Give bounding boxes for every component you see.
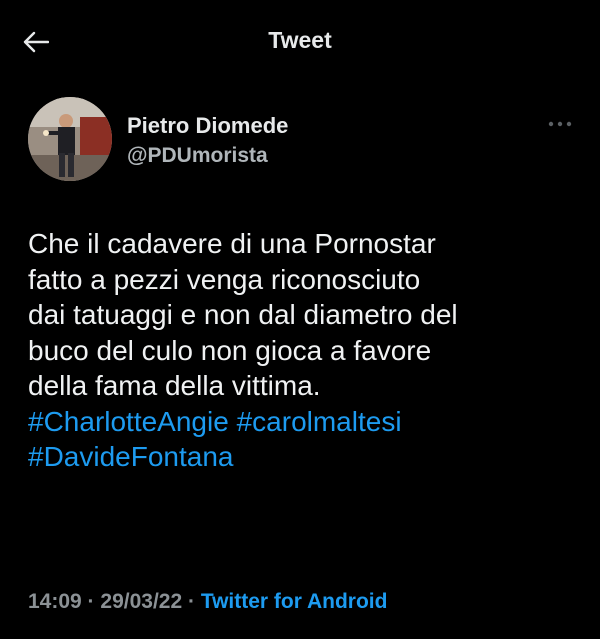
hashtag-link[interactable]: #carolmaltesi [237, 406, 402, 437]
tweet-source-link[interactable]: Twitter for Android [201, 590, 388, 613]
author-info[interactable]: Pietro Diomede @PDUmorista [127, 112, 288, 170]
tweet-text-line: buco del culo non gioca a favore [28, 334, 432, 366]
hashtag-line: #CharlotteAngie #carolmaltesi [28, 404, 588, 440]
hashtag-link[interactable]: #DavideFontana [28, 441, 233, 472]
tweet-text-line: Che il cadavere di una Pornostar [28, 228, 436, 259]
hashtag-link[interactable]: #CharlotteAngie [28, 406, 229, 437]
tweet-meta: 14:09 · 29/03/22 · Twitter for Android [28, 590, 387, 614]
author-handle[interactable]: @PDUmorista [127, 142, 288, 170]
tweet-text: Che il cadavere di una Pornostar fatto a… [28, 226, 588, 475]
tweet-date: 29/03/22 [100, 590, 183, 613]
tweet-time: 14:09 [28, 590, 82, 613]
meta-separator: · [81, 590, 101, 613]
tweet-text-line: della fama della vittima. [28, 370, 321, 401]
tweet-header: Tweet [0, 0, 600, 84]
more-horizontal-icon [548, 121, 572, 127]
tweet-text-line: dai tatuaggi e non dal diametro del [28, 299, 458, 330]
tweet-text-line: fatto a pezzi venga riconosciuto [28, 263, 421, 295]
page-title: Tweet [268, 27, 332, 53]
meta-separator: · [182, 590, 201, 613]
avatar[interactable] [28, 97, 112, 181]
more-options-button[interactable] [540, 112, 580, 136]
author-display-name[interactable]: Pietro Diomede [127, 112, 288, 140]
avatar-photo [28, 97, 112, 181]
hashtag-line: #DavideFontana [28, 439, 588, 475]
